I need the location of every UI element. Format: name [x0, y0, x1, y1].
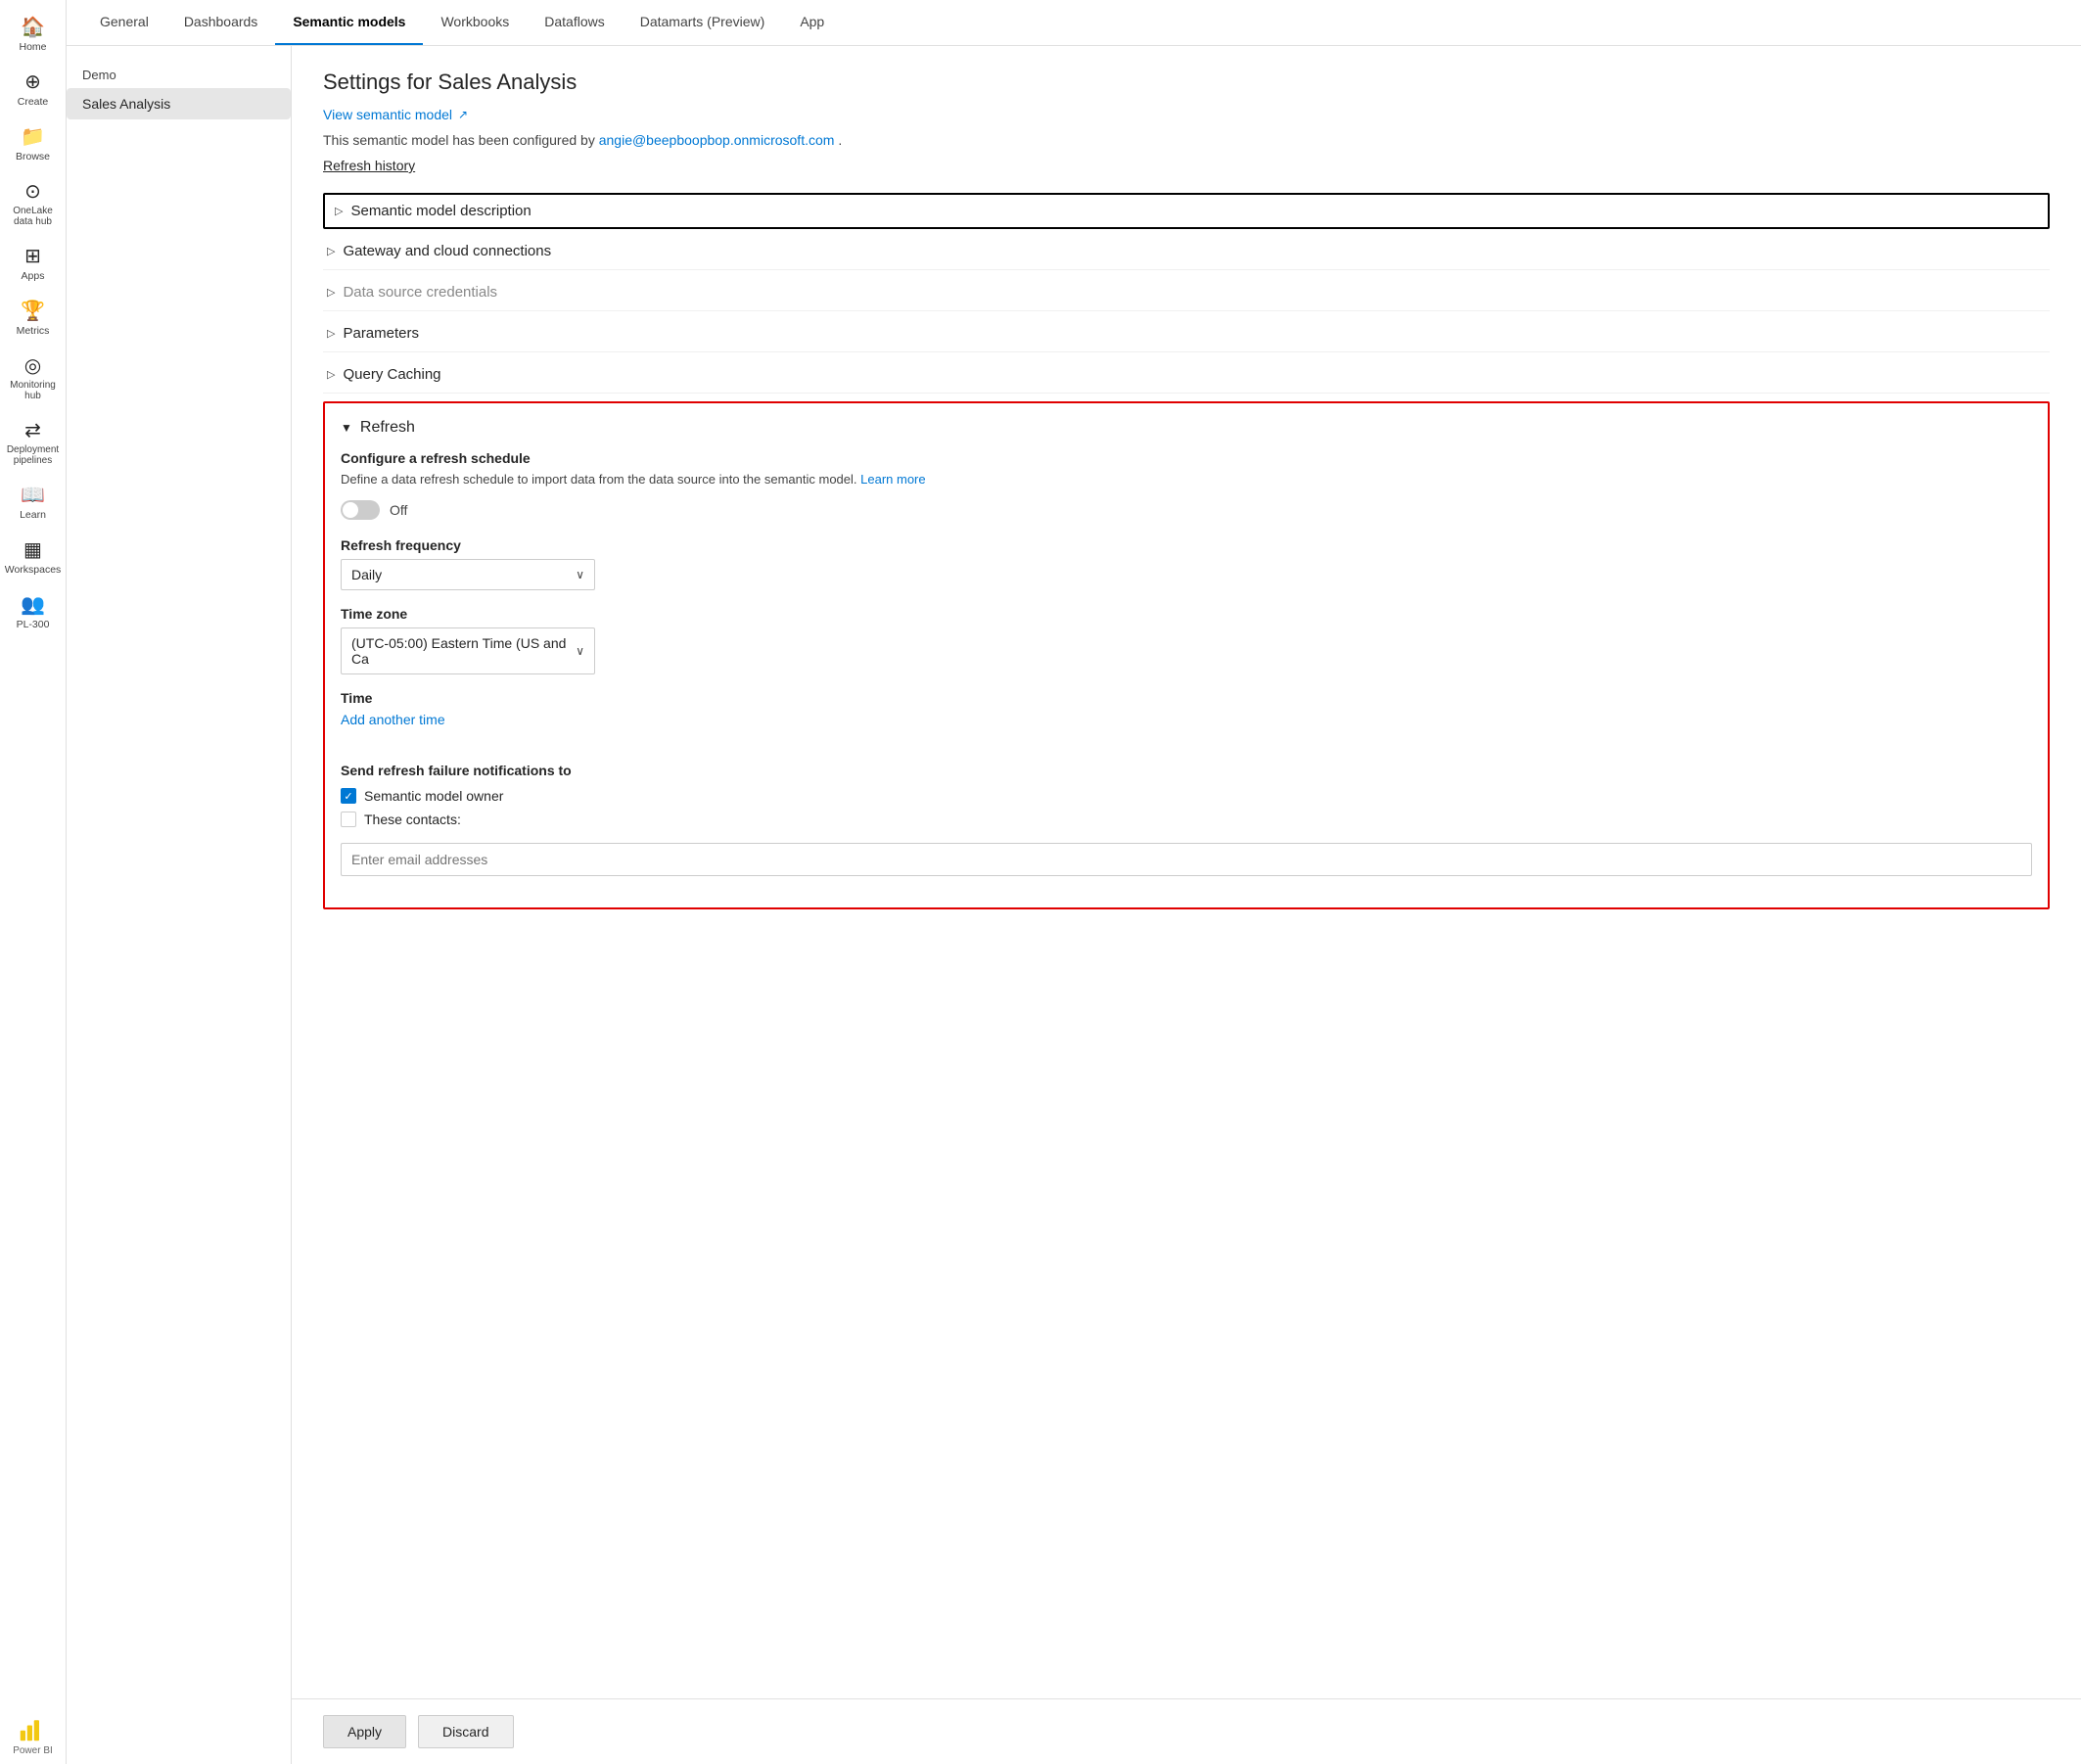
email-addresses-input[interactable]: [341, 843, 2032, 876]
these-contacts-checkbox[interactable]: [341, 812, 356, 827]
config-email-link[interactable]: angie@beepboopbop.onmicrosoft.com: [599, 132, 835, 148]
create-icon: ⊕: [24, 72, 41, 92]
sidebar: 🏠 Home ⊕ Create 📁 Browse ⊙ OneLake data …: [0, 0, 67, 1764]
sidebar-item-home[interactable]: 🏠 Home: [4, 10, 63, 61]
workspace-label: Demo: [67, 62, 291, 88]
semantic-model-owner-checkbox[interactable]: [341, 788, 356, 804]
sidebar-item-pl300[interactable]: 👥 PL-300: [4, 587, 63, 638]
accordion-description: ▷ Semantic model description: [323, 193, 2050, 229]
sidebar-item-monitoring[interactable]: ◎ Monitoring hub: [4, 348, 63, 409]
timezone-label: Time zone: [341, 606, 2032, 622]
sidebar-item-onelake[interactable]: ⊙ OneLake data hub: [4, 174, 63, 235]
tab-workbooks[interactable]: Workbooks: [423, 0, 527, 45]
chevron-parameters-icon: ▷: [327, 327, 335, 340]
sidebar-item-metrics[interactable]: 🏆 Metrics: [4, 294, 63, 345]
chevron-query-caching-icon: ▷: [327, 368, 335, 381]
chevron-down-timezone-icon: ∨: [576, 644, 584, 658]
view-semantic-model-link[interactable]: View semantic model: [323, 107, 452, 122]
workspace-item-sales-analysis[interactable]: Sales Analysis: [67, 88, 291, 119]
toggle-row: Off: [341, 500, 2032, 520]
deployment-icon: ⇄: [24, 421, 41, 441]
powerbi-logo: [19, 1715, 46, 1745]
add-another-time-link[interactable]: Add another time: [341, 712, 445, 727]
pl300-icon: 👥: [21, 595, 45, 615]
learn-more-link[interactable]: Learn more: [860, 472, 925, 487]
top-tabs: General Dashboards Semantic models Workb…: [67, 0, 2081, 46]
sidebar-item-learn[interactable]: 📖 Learn: [4, 478, 63, 529]
refresh-section-header[interactable]: ▼ Refresh: [341, 419, 2032, 437]
semantic-owner-row: Semantic model owner: [341, 788, 2032, 804]
configure-refresh-desc: Define a data refresh schedule to import…: [341, 472, 2032, 487]
bottom-bar: Apply Discard: [292, 1698, 2081, 1764]
settings-title: Settings for Sales Analysis: [323, 70, 2050, 95]
external-link-icon: ↗: [458, 108, 468, 121]
time-field-group: Time Add another time: [341, 690, 2032, 747]
refresh-toggle[interactable]: [341, 500, 380, 520]
timezone-field-group: Time zone (UTC-05:00) Eastern Time (US a…: [341, 606, 2032, 674]
tab-app[interactable]: App: [782, 0, 842, 45]
monitoring-icon: ◎: [24, 356, 41, 376]
sidebar-item-deployment[interactable]: ⇄ Deployment pipelines: [4, 413, 63, 474]
notifications-field-group: Send refresh failure notifications to Se…: [341, 763, 2032, 876]
notifications-label: Send refresh failure notifications to: [341, 763, 2032, 778]
accordion-header-query-caching[interactable]: ▷ Query Caching: [323, 356, 2050, 394]
tab-dataflows[interactable]: Dataflows: [527, 0, 622, 45]
onelake-icon: ⊙: [24, 182, 41, 202]
these-contacts-label: These contacts:: [364, 812, 461, 827]
view-link-row: View semantic model ↗: [323, 107, 2050, 122]
chevron-description-icon: ▷: [335, 205, 343, 217]
accordion-parameters: ▷ Parameters: [323, 315, 2050, 352]
frequency-select[interactable]: Daily ∨: [341, 559, 595, 590]
configure-refresh-label: Configure a refresh schedule: [341, 450, 2032, 466]
timezone-select[interactable]: (UTC-05:00) Eastern Time (US and Ca ∨: [341, 627, 595, 674]
toggle-label: Off: [390, 502, 407, 518]
tab-general[interactable]: General: [82, 0, 166, 45]
accordion-header-parameters[interactable]: ▷ Parameters: [323, 315, 2050, 352]
these-contacts-row: These contacts:: [341, 812, 2032, 827]
home-icon: 🏠: [21, 18, 45, 37]
tab-semantic-models[interactable]: Semantic models: [275, 0, 423, 45]
frequency-field-group: Refresh frequency Daily ∨: [341, 537, 2032, 590]
chevron-refresh-icon: ▼: [341, 421, 352, 435]
content-area: Demo Sales Analysis Settings for Sales A…: [67, 46, 2081, 1764]
metrics-icon: 🏆: [21, 302, 45, 321]
tab-datamarts[interactable]: Datamarts (Preview): [623, 0, 783, 45]
learn-icon: 📖: [21, 486, 45, 505]
accordion-datasource: ▷ Data source credentials: [323, 274, 2050, 311]
sidebar-item-browse[interactable]: 📁 Browse: [4, 119, 63, 170]
sidebar-item-create[interactable]: ⊕ Create: [4, 65, 63, 116]
right-panel: Settings for Sales Analysis View semanti…: [292, 46, 2081, 1698]
chevron-gateway-icon: ▷: [327, 245, 335, 257]
left-panel: Demo Sales Analysis: [67, 46, 292, 1764]
accordion-header-gateway[interactable]: ▷ Gateway and cloud connections: [323, 233, 2050, 270]
discard-button[interactable]: Discard: [418, 1715, 513, 1748]
apply-button[interactable]: Apply: [323, 1715, 406, 1748]
frequency-label: Refresh frequency: [341, 537, 2032, 553]
accordion-header-description[interactable]: ▷ Semantic model description: [323, 193, 2050, 229]
refresh-section: ▼ Refresh Configure a refresh schedule D…: [323, 401, 2050, 909]
browse-icon: 📁: [21, 127, 45, 147]
accordion-query-caching: ▷ Query Caching: [323, 356, 2050, 394]
chevron-datasource-icon: ▷: [327, 286, 335, 299]
workspaces-icon: ▦: [23, 540, 42, 560]
refresh-history-link[interactable]: Refresh history: [323, 158, 415, 173]
accordion-gateway: ▷ Gateway and cloud connections: [323, 233, 2050, 270]
semantic-model-owner-label: Semantic model owner: [364, 788, 503, 804]
sidebar-item-apps[interactable]: ⊞ Apps: [4, 239, 63, 290]
powerbi-label: Power BI: [13, 1745, 53, 1756]
toggle-knob: [343, 502, 358, 518]
config-description: This semantic model has been configured …: [323, 132, 2050, 148]
accordion-header-datasource[interactable]: ▷ Data source credentials: [323, 274, 2050, 311]
time-label: Time: [341, 690, 2032, 706]
main-area: General Dashboards Semantic models Workb…: [67, 0, 2081, 1764]
chevron-down-frequency-icon: ∨: [576, 568, 584, 581]
apps-icon: ⊞: [24, 247, 41, 266]
sidebar-item-workspaces[interactable]: ▦ Workspaces: [4, 533, 63, 583]
tab-dashboards[interactable]: Dashboards: [166, 0, 276, 45]
